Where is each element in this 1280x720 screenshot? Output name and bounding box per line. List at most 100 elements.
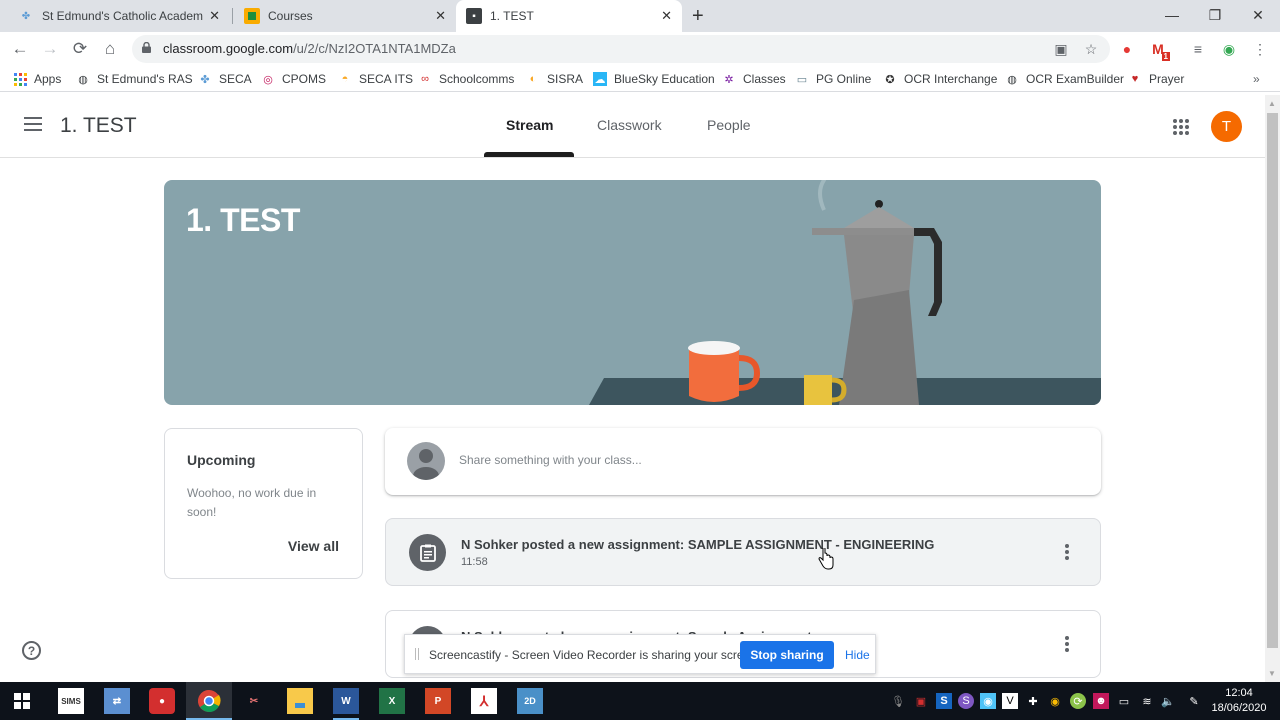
extension-record-icon[interactable]: ● <box>1118 40 1136 58</box>
sync-tray-icon[interactable]: ⟳ <box>1070 693 1086 709</box>
share-placeholder: Share something with your class... <box>459 453 642 467</box>
defender-shield-icon[interactable]: ✚ <box>1025 693 1041 709</box>
reload-button[interactable]: ⟳ <box>69 38 91 60</box>
scrollbar-thumb[interactable] <box>1267 113 1278 648</box>
bookmark-seca-its[interactable]: ◓ SECA ITS <box>338 70 413 88</box>
post-title[interactable]: N Sohker posted a new assignment: SAMPLE… <box>461 537 934 552</box>
media-control-icon[interactable]: ≡ <box>1189 40 1207 58</box>
share-with-class-box[interactable]: Share something with your class... <box>385 428 1101 495</box>
bookmark-ocr-exambuilder[interactable]: ◍ OCR ExamBuilder <box>1005 70 1124 88</box>
clock-time: 12:04 <box>1225 687 1253 699</box>
cast-blocked-icon[interactable]: ▣ <box>1052 40 1070 58</box>
bookmark-st-edmunds-ras[interactable]: ◍ St Edmund's RAS <box>76 70 192 88</box>
browser-toolbar: ← → ⟳ ⌂ classroom.google.com/u/2/c/NzI2O… <box>0 32 1280 66</box>
main-menu-icon[interactable] <box>24 117 42 131</box>
wifi-icon[interactable]: ≋ <box>1139 693 1155 709</box>
gmail-extension-icon[interactable]: M1 <box>1149 40 1170 61</box>
transfer-app-icon[interactable]: ⇄ <box>104 688 130 714</box>
close-tab-icon[interactable]: ✕ <box>435 8 446 24</box>
stream-post[interactable]: N Sohker posted a new assignment: SAMPLE… <box>385 518 1101 586</box>
powerpoint-app-icon[interactable]: P <box>425 688 451 714</box>
s-app-tray-icon[interactable]: S <box>958 693 974 709</box>
volume-icon[interactable]: 🔈 <box>1160 693 1176 709</box>
new-tab-button[interactable]: + <box>692 5 704 28</box>
webcam-tray-icon[interactable]: ◉ <box>980 693 996 709</box>
network-drive-icon[interactable]: ▣ <box>913 693 929 709</box>
maximize-button[interactable]: ❐ <box>1193 0 1237 30</box>
browser-tab-st-edmunds[interactable]: ✤ St Edmund's Catholic Academy | ✕ <box>8 0 230 32</box>
hand-cursor-icon <box>818 548 834 570</box>
word-app-icon[interactable]: W <box>333 688 359 720</box>
browser-tab-1-test[interactable]: ▪ 1. TEST ✕ <box>456 0 682 32</box>
excel-app-icon[interactable]: X <box>379 688 405 714</box>
close-window-button[interactable]: ✕ <box>1236 0 1280 30</box>
tab-people[interactable]: People <box>707 117 751 133</box>
class-banner: 1. TEST <box>164 180 1101 405</box>
hide-button[interactable]: Hide <box>845 648 870 662</box>
system-clock[interactable]: 12:04 18/06/2020 <box>1204 686 1274 716</box>
tab-stream[interactable]: Stream <box>506 117 553 133</box>
back-button[interactable]: ← <box>9 38 31 60</box>
cpoms-icon: ◎ <box>263 73 273 86</box>
bookmark-apps[interactable]: Apps <box>13 70 61 88</box>
forward-button[interactable]: → <box>39 38 61 60</box>
sims-app-icon[interactable]: SIMS <box>58 688 84 714</box>
bookmark-seca[interactable]: ✤ SECA <box>198 70 251 88</box>
globe-icon: ◍ <box>78 73 88 86</box>
acrobat-app-icon[interactable]: ⅄ <box>471 688 497 714</box>
chrome-app-icon[interactable] <box>186 682 232 720</box>
bookmark-cpoms[interactable]: ◎ CPOMS <box>261 70 326 88</box>
snipping-tool-icon[interactable]: ✂ <box>241 688 267 714</box>
microphone-icon[interactable]: 🎙 <box>890 693 906 709</box>
browser-tab-courses[interactable]: Courses ✕ <box>234 0 456 32</box>
more-options-icon[interactable] <box>1065 636 1069 652</box>
close-tab-icon[interactable]: ✕ <box>209 8 220 24</box>
bookmark-ocr-interchange[interactable]: ✪ OCR Interchange <box>883 70 997 88</box>
tab-classwork[interactable]: Classwork <box>597 117 662 133</box>
classes-icon: ✲ <box>724 73 734 86</box>
chrome-menu-icon[interactable]: ⋮ <box>1251 40 1269 58</box>
pen-icon[interactable]: ✎ <box>1186 693 1202 709</box>
file-explorer-icon[interactable] <box>287 688 313 714</box>
google-apps-icon[interactable] <box>1173 119 1189 135</box>
st-edmunds-crest-icon: ✤ <box>21 10 31 22</box>
account-avatar[interactable]: T <box>1211 111 1242 142</box>
its-helmet-icon: ◓ <box>341 73 349 85</box>
scroll-down-arrow[interactable]: ▼ <box>1268 669 1276 678</box>
view-all-link[interactable]: View all <box>288 538 339 554</box>
bookmark-schoolcomms[interactable]: ∞ Schoolcomms <box>418 70 514 88</box>
bookmark-classes[interactable]: ✲ Classes <box>722 70 785 88</box>
heart-icon: ♥ <box>1131 73 1139 85</box>
screencastify-icon[interactable]: ◉ <box>1220 40 1238 58</box>
bookmark-bluesky[interactable]: ☁ BlueSky Education <box>593 70 715 88</box>
more-options-icon[interactable] <box>1065 544 1069 560</box>
pg-online-icon: ▭ <box>796 73 808 86</box>
drag-handle[interactable] <box>415 648 419 660</box>
browser-tab-strip: ✤ St Edmund's Catholic Academy | ✕ Cours… <box>0 0 1280 32</box>
class-name[interactable]: 1. TEST <box>60 114 137 138</box>
stop-sharing-button[interactable]: Stop sharing <box>740 641 834 669</box>
address-bar[interactable]: classroom.google.com/u/2/c/NzI2OTA1NTA1M… <box>132 35 1110 63</box>
help-icon[interactable]: ? <box>22 641 41 660</box>
windows-start-icon[interactable] <box>9 688 35 714</box>
url-text[interactable]: classroom.google.com/u/2/c/NzI2OTA1NTA1M… <box>163 41 456 56</box>
v-app-tray-icon[interactable]: V <box>1002 693 1018 709</box>
apps-grid-icon <box>13 72 27 86</box>
bookmarks-overflow-button[interactable]: » <box>1253 70 1260 88</box>
page-scrollbar[interactable]: ▲ ▼ <box>1265 95 1280 682</box>
chrome-tray-icon[interactable]: ◉ <box>1047 693 1063 709</box>
bookmark-prayer[interactable]: ♥ Prayer <box>1128 70 1185 88</box>
sophos-icon[interactable]: S <box>936 693 952 709</box>
bookmark-pg-online[interactable]: ▭ PG Online <box>795 70 872 88</box>
home-button[interactable]: ⌂ <box>99 38 121 60</box>
camera-app-icon[interactable]: ● <box>149 688 175 714</box>
scroll-up-arrow[interactable]: ▲ <box>1268 99 1276 108</box>
close-tab-icon[interactable]: ✕ <box>661 8 672 24</box>
seca-crest-icon: ✤ <box>200 73 210 86</box>
bookmark-sisra[interactable]: ◐ SISRA <box>526 70 583 88</box>
battery-icon[interactable]: ▭ <box>1116 693 1132 709</box>
user-tray-icon[interactable]: ☻ <box>1093 693 1109 709</box>
bookmark-star-icon[interactable]: ☆ <box>1082 40 1100 58</box>
minimize-button[interactable]: — <box>1150 0 1194 30</box>
2d-design-app-icon[interactable]: 2D <box>517 688 543 714</box>
